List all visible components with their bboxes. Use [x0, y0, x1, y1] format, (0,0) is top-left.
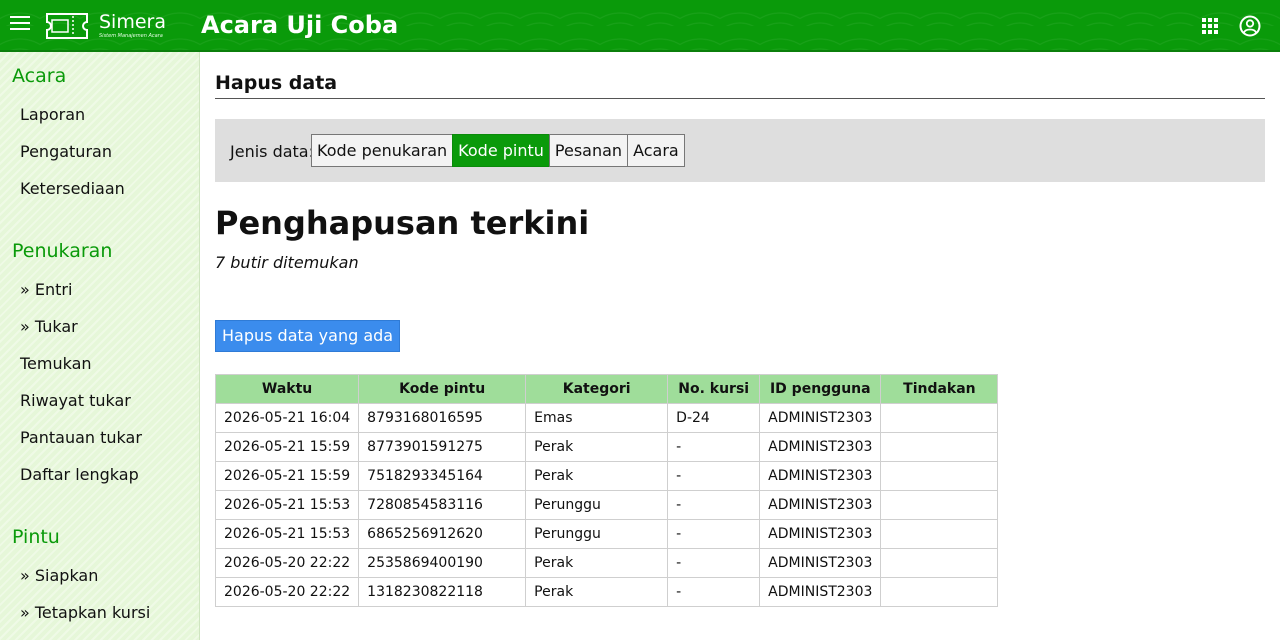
menu-icon[interactable] [10, 16, 30, 34]
table-row: 2026-05-21 16:04 8793168016595 Emas D-24… [214, 403, 999, 433]
filter-kode-pintu-button[interactable]: Kode pintu [452, 134, 550, 167]
user-circle-icon[interactable] [1239, 15, 1261, 37]
column-header-kategori: Kategori [525, 374, 669, 404]
table-row: 2026-05-21 15:59 8773901591275 Perak - A… [214, 432, 999, 462]
sidebar-item-riwayat-tukar[interactable]: Riwayat tukar [20, 391, 131, 410]
table-row: 2026-05-20 22:22 1318230822118 Perak - A… [214, 577, 999, 607]
cell-waktu: 2026-05-21 15:59 [214, 432, 360, 462]
cell-id-pengguna: ADMINIST2303 [759, 461, 882, 491]
cell-waktu: 2026-05-21 15:53 [214, 490, 360, 520]
cell-waktu: 2026-05-21 16:04 [214, 403, 360, 433]
column-header-no-kursi: No. kursi [667, 374, 761, 404]
top-bar: Simera Sistem Manajemen Acara Acara Uji … [0, 0, 1280, 52]
sidebar-item-pantauan-tukar[interactable]: Pantauan tukar [20, 428, 142, 447]
sidebar-item-entri[interactable]: » Entri [20, 280, 72, 299]
cell-waktu: 2026-05-21 15:53 [214, 519, 360, 549]
sidebar-item-tukar[interactable]: » Tukar [20, 317, 78, 336]
cell-id-pengguna: ADMINIST2303 [759, 403, 882, 433]
filter-button-group: Kode penukaran Kode pintu Pesanan Acara [311, 134, 685, 167]
cell-tindakan [880, 490, 999, 520]
filter-label: Jenis data: [230, 142, 314, 161]
page-title: Hapus data [215, 72, 338, 94]
table-row: 2026-05-21 15:59 7518293345164 Perak - A… [214, 461, 999, 491]
delete-existing-data-button[interactable]: Hapus data yang ada [215, 320, 401, 352]
column-header-tindakan: Tindakan [880, 374, 999, 404]
sidebar-item-pengaturan[interactable]: Pengaturan [20, 142, 112, 161]
cell-kategori: Perak [525, 432, 669, 462]
cell-kode-pintu: 1318230822118 [358, 577, 527, 607]
cell-id-pengguna: ADMINIST2303 [759, 577, 882, 607]
cell-tindakan [880, 577, 999, 607]
cell-kode-pintu: 8773901591275 [358, 432, 527, 462]
app-logo[interactable]: Simera Sistem Manajemen Acara [43, 10, 173, 42]
sidebar-section-penukaran: Penukaran [12, 240, 113, 262]
cell-kode-pintu: 7518293345164 [358, 461, 527, 491]
cell-no-kursi: - [667, 461, 761, 491]
sidebar: Acara Laporan Pengaturan Ketersediaan Pe… [0, 52, 200, 640]
sidebar-item-tetapkan-kursi[interactable]: » Tetapkan kursi [20, 603, 150, 622]
column-header-waktu: Waktu [214, 374, 360, 404]
cell-tindakan [880, 519, 999, 549]
cell-kategori: Emas [525, 403, 669, 433]
sidebar-section-pintu: Pintu [12, 526, 60, 548]
cell-tindakan [880, 432, 999, 462]
cell-waktu: 2026-05-20 22:22 [214, 577, 360, 607]
cell-no-kursi: - [667, 432, 761, 462]
cell-tindakan [880, 548, 999, 578]
cell-tindakan [880, 403, 999, 433]
table-row: 2026-05-21 15:53 6865256912620 Perunggu … [214, 519, 999, 549]
cell-kategori: Perunggu [525, 490, 669, 520]
filter-pesanan-button[interactable]: Pesanan [548, 134, 629, 167]
cell-waktu: 2026-05-20 22:22 [214, 548, 360, 578]
event-title: Acara Uji Coba [201, 11, 399, 39]
title-divider [215, 98, 1265, 99]
logo-tagline: Sistem Manajemen Acara [99, 33, 163, 39]
cell-kategori: Perak [525, 577, 669, 607]
column-header-id-pengguna: ID pengguna [759, 374, 882, 404]
cell-kode-pintu: 8793168016595 [358, 403, 527, 433]
column-header-kode-pintu: Kode pintu [358, 374, 527, 404]
cell-no-kursi: - [667, 548, 761, 578]
cell-no-kursi: - [667, 577, 761, 607]
cell-id-pengguna: ADMINIST2303 [759, 432, 882, 462]
table-header-row: Waktu Kode pintu Kategori No. kursi ID p… [214, 374, 999, 404]
cell-id-pengguna: ADMINIST2303 [759, 519, 882, 549]
sidebar-item-ketersediaan[interactable]: Ketersediaan [20, 179, 125, 198]
logo-name: Simera [99, 11, 166, 33]
cell-kode-pintu: 6865256912620 [358, 519, 527, 549]
recent-deletions-heading: Penghapusan terkini [215, 204, 590, 242]
cell-waktu: 2026-05-21 15:59 [214, 461, 360, 491]
deletions-table: Waktu Kode pintu Kategori No. kursi ID p… [214, 374, 999, 607]
table-row: 2026-05-20 22:22 2535869400190 Perak - A… [214, 548, 999, 578]
sidebar-item-siapkan[interactable]: » Siapkan [20, 566, 98, 585]
cell-tindakan [880, 461, 999, 491]
cell-kode-pintu: 2535869400190 [358, 548, 527, 578]
cell-id-pengguna: ADMINIST2303 [759, 548, 882, 578]
apps-grid-icon[interactable] [1202, 18, 1218, 34]
cell-kategori: Perunggu [525, 519, 669, 549]
sidebar-item-laporan[interactable]: Laporan [20, 105, 85, 124]
cell-kategori: Perak [525, 461, 669, 491]
cell-no-kursi: D-24 [667, 403, 761, 433]
sidebar-item-temukan[interactable]: Temukan [20, 354, 92, 373]
items-found-count: 7 butir ditemukan [215, 253, 359, 272]
cell-kode-pintu: 7280854583116 [358, 490, 527, 520]
data-type-filter: Jenis data: Kode penukaran Kode pintu Pe… [215, 119, 1265, 182]
sidebar-section-acara: Acara [12, 65, 67, 87]
table-row: 2026-05-21 15:53 7280854583116 Perunggu … [214, 490, 999, 520]
cell-id-pengguna: ADMINIST2303 [759, 490, 882, 520]
filter-kode-penukaran-button[interactable]: Kode penukaran [311, 134, 454, 167]
cell-no-kursi: - [667, 519, 761, 549]
ticket-logo-icon [46, 13, 88, 39]
sidebar-item-daftar-lengkap[interactable]: Daftar lengkap [20, 465, 139, 484]
filter-acara-button[interactable]: Acara [627, 134, 685, 167]
cell-no-kursi: - [667, 490, 761, 520]
cell-kategori: Perak [525, 548, 669, 578]
